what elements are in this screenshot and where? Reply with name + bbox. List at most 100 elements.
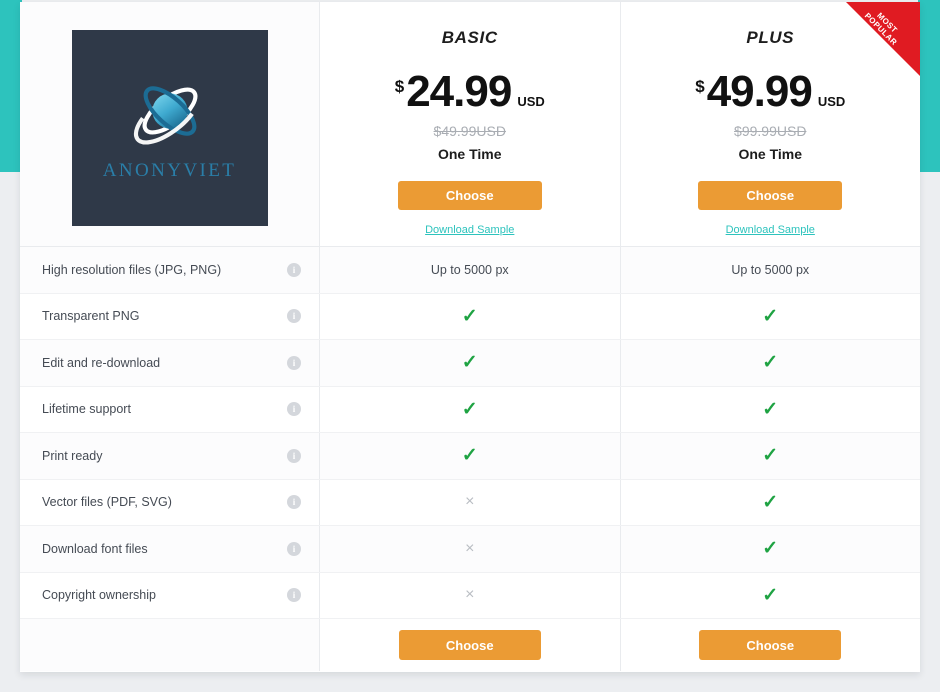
feature-label: Print ready — [42, 449, 287, 463]
info-icon[interactable]: i — [287, 402, 301, 416]
feature-value-plus: ✓ — [621, 294, 921, 340]
info-icon[interactable]: i — [287, 542, 301, 556]
feature-value-text: Up to 5000 px — [731, 263, 809, 277]
ribbon-line-1: MOST — [854, 2, 920, 56]
brand-logo: ANONYVIET — [72, 30, 268, 226]
feature-row: Transparent PNGi ✓ ✓ — [20, 294, 920, 341]
feature-label-cell: Copyright ownershipi — [20, 573, 320, 619]
check-icon: ✓ — [762, 586, 778, 605]
footer-spacer-cell — [20, 619, 320, 671]
check-icon: ✓ — [462, 307, 478, 326]
feature-value-plus: ✓ — [621, 387, 921, 433]
info-icon[interactable]: i — [287, 495, 301, 509]
brand-name: ANONYVIET — [103, 160, 236, 182]
choose-button-plus[interactable]: Choose — [698, 181, 842, 210]
plan-old-price-plus: $99.99USD — [734, 123, 806, 139]
plan-name-plus: PLUS — [746, 28, 794, 48]
feature-row: Print readyi ✓ ✓ — [20, 433, 920, 480]
feature-value-basic: × — [320, 526, 621, 572]
plan-price-plus: $ 49.99 USD — [695, 70, 845, 114]
feature-value-plus: Up to 5000 px — [621, 247, 921, 293]
feature-label-cell: High resolution files (JPG, PNG)i — [20, 247, 320, 293]
feature-label: High resolution files (JPG, PNG) — [42, 263, 287, 277]
check-icon: ✓ — [462, 400, 478, 419]
footer-choose-button-basic[interactable]: Choose — [399, 630, 541, 660]
price-currency-code-plus: USD — [818, 95, 845, 108]
feature-label-cell: Download font filesi — [20, 526, 320, 572]
plan-name-basic: BASIC — [442, 28, 498, 48]
choose-button-basic[interactable]: Choose — [398, 181, 542, 210]
footer-cell-plus: Choose — [621, 619, 921, 671]
feature-value-plus: ✓ — [621, 526, 921, 572]
footer-choose-button-plus[interactable]: Choose — [699, 630, 841, 660]
check-icon: ✓ — [762, 307, 778, 326]
info-icon[interactable]: i — [287, 449, 301, 463]
price-amount-plus: 49.99 — [707, 70, 812, 114]
feature-label: Transparent PNG — [42, 309, 287, 323]
feature-value-basic: ✓ — [320, 387, 621, 433]
check-icon: ✓ — [762, 493, 778, 512]
info-icon[interactable]: i — [287, 356, 301, 370]
feature-row: Lifetime supporti ✓ ✓ — [20, 387, 920, 434]
feature-value-text: Up to 5000 px — [431, 263, 509, 277]
cross-icon: × — [465, 587, 474, 603]
plan-price-basic: $ 24.99 USD — [395, 70, 545, 114]
pricing-header-row: ANONYVIET BASIC $ 24.99 USD $49.99USD On… — [20, 2, 920, 247]
feature-value-basic: × — [320, 573, 621, 619]
feature-value-plus: ✓ — [621, 573, 921, 619]
pricing-footer-row: Choose Choose — [20, 619, 920, 671]
feature-label: Edit and re-download — [42, 356, 287, 370]
brand-cell: ANONYVIET — [20, 2, 320, 246]
plan-term-basic: One Time — [438, 146, 502, 162]
price-currency-symbol-basic: $ — [395, 78, 404, 95]
ribbon-text: MOST POPULAR — [848, 2, 920, 62]
download-sample-link-basic[interactable]: Download Sample — [425, 224, 514, 236]
feature-label-cell: Lifetime supporti — [20, 387, 320, 433]
most-popular-ribbon: MOST POPULAR — [846, 2, 920, 76]
feature-value-basic: ✓ — [320, 340, 621, 386]
footer-cell-basic: Choose — [320, 619, 621, 671]
feature-label-cell: Vector files (PDF, SVG)i — [20, 480, 320, 526]
pricing-table-card: ANONYVIET BASIC $ 24.99 USD $49.99USD On… — [20, 2, 920, 672]
feature-label: Download font files — [42, 542, 287, 556]
feature-value-basic: × — [320, 480, 621, 526]
download-sample-link-plus[interactable]: Download Sample — [726, 224, 815, 236]
feature-label-cell: Edit and re-downloadi — [20, 340, 320, 386]
feature-value-basic: ✓ — [320, 294, 621, 340]
feature-value-plus: ✓ — [621, 433, 921, 479]
plan-column-plus: MOST POPULAR PLUS $ 49.99 USD $99.99USD … — [621, 2, 921, 246]
orbit-globe-icon — [133, 74, 207, 148]
price-currency-code-basic: USD — [517, 95, 544, 108]
plan-column-basic: BASIC $ 24.99 USD $49.99USD One Time Cho… — [320, 2, 621, 246]
feature-label-cell: Transparent PNGi — [20, 294, 320, 340]
cross-icon: × — [465, 541, 474, 557]
feature-value-plus: ✓ — [621, 340, 921, 386]
price-currency-symbol-plus: $ — [695, 78, 704, 95]
feature-label: Vector files (PDF, SVG) — [42, 495, 287, 509]
info-icon[interactable]: i — [287, 588, 301, 602]
check-icon: ✓ — [762, 539, 778, 558]
check-icon: ✓ — [462, 353, 478, 372]
cross-icon: × — [465, 494, 474, 510]
feature-value-basic: Up to 5000 px — [320, 247, 621, 293]
feature-row: Vector files (PDF, SVG)i × ✓ — [20, 480, 920, 527]
check-icon: ✓ — [462, 446, 478, 465]
feature-value-plus: ✓ — [621, 480, 921, 526]
feature-list: High resolution files (JPG, PNG)iUp to 5… — [20, 247, 920, 619]
decor-band-right — [918, 0, 940, 172]
check-icon: ✓ — [762, 400, 778, 419]
feature-label: Copyright ownership — [42, 588, 287, 602]
feature-row: High resolution files (JPG, PNG)i Up to 5… — [20, 247, 920, 294]
info-icon[interactable]: i — [287, 309, 301, 323]
plan-term-plus: One Time — [738, 146, 802, 162]
check-icon: ✓ — [762, 446, 778, 465]
feature-row: Download font filesi × ✓ — [20, 526, 920, 573]
ribbon-line-2: POPULAR — [848, 2, 914, 62]
feature-row: Edit and re-downloadi ✓ ✓ — [20, 340, 920, 387]
plan-old-price-basic: $49.99USD — [434, 123, 506, 139]
ribbon-triangle — [846, 2, 920, 76]
info-icon[interactable]: i — [287, 263, 301, 277]
check-icon: ✓ — [762, 353, 778, 372]
feature-label-cell: Print readyi — [20, 433, 320, 479]
feature-value-basic: ✓ — [320, 433, 621, 479]
